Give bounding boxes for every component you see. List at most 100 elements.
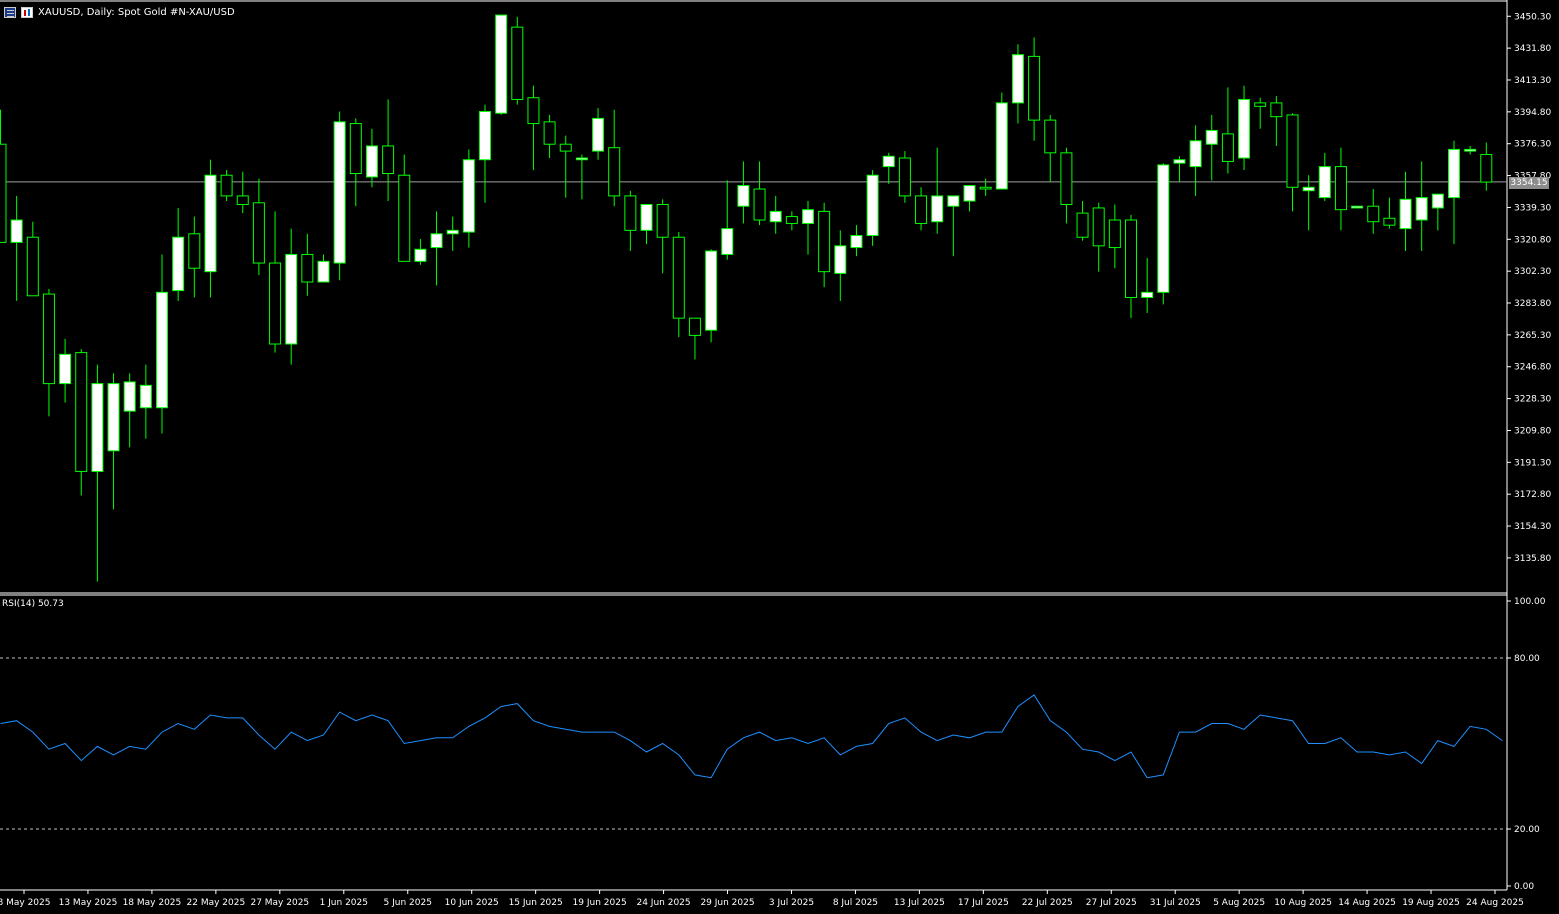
candle-body — [236, 195, 249, 205]
price-chart[interactable]: 3450.303431.803413.303394.803376.303357.… — [0, 0, 1559, 914]
y-tick-label: 3320.80 — [1514, 235, 1551, 245]
candle-body — [479, 111, 491, 161]
rsi-tick-label: 0.00 — [1514, 882, 1534, 892]
y-tick-label: 3394.80 — [1514, 108, 1551, 118]
candle-body — [107, 383, 120, 452]
x-tick-label: 27 May 2025 — [250, 898, 309, 908]
x-tick-label: 24 Aug 2025 — [1466, 898, 1524, 908]
candle-body — [785, 216, 798, 224]
candle-body — [1060, 152, 1073, 205]
candle-body — [592, 117, 605, 152]
candle-body — [1367, 205, 1380, 223]
x-tick-label: 19 Jun 2025 — [573, 898, 627, 908]
x-tick-label: 13 May 2025 — [59, 898, 118, 908]
x-tick-label: 3 Jul 2025 — [769, 898, 814, 908]
candle-body — [640, 204, 653, 231]
symbol-title: XAUUSD, Daily: Spot Gold #N-XAU/USD — [38, 6, 235, 18]
candle-body — [882, 155, 895, 168]
candle-body — [947, 195, 960, 207]
candle-body — [1351, 205, 1364, 209]
candle-body — [834, 245, 847, 274]
candle-body — [365, 145, 378, 178]
candle-body — [10, 219, 23, 243]
chart-type-icon[interactable] — [21, 6, 33, 18]
candle-body — [1302, 186, 1315, 192]
menu-icon[interactable] — [4, 6, 16, 18]
candle-body — [398, 174, 411, 262]
candle-body — [220, 174, 233, 197]
candle-body — [624, 195, 637, 231]
candle-body — [204, 174, 217, 273]
rsi-line — [0, 694, 1503, 779]
candle-body — [26, 236, 39, 297]
y-tick-label: 3376.30 — [1514, 140, 1551, 150]
candle-body — [1254, 102, 1267, 107]
current-price-tag: 3354.15 — [1509, 177, 1549, 189]
candle-body — [672, 236, 685, 319]
candle-body — [737, 185, 750, 207]
candle-body — [317, 260, 330, 283]
y-tick-label: 3302.30 — [1514, 267, 1551, 277]
x-tick-label: 19 Aug 2025 — [1402, 898, 1460, 908]
candle-body — [527, 97, 540, 125]
candle-body — [285, 253, 298, 345]
y-tick-label: 3209.80 — [1514, 426, 1551, 436]
y-tick-label: 3431.80 — [1514, 44, 1551, 54]
x-tick-label: 27 Jul 2025 — [1086, 898, 1137, 908]
candle-body — [898, 157, 911, 197]
x-tick-label: 10 Jun 2025 — [445, 898, 499, 908]
candle-body — [1141, 291, 1154, 299]
x-tick-label: 22 Jul 2025 — [1022, 898, 1073, 908]
candle-body — [1157, 164, 1170, 293]
candle-body — [608, 147, 621, 197]
y-tick-label: 3172.80 — [1514, 490, 1551, 500]
candle-body — [802, 209, 814, 224]
x-tick-label: 10 Aug 2025 — [1274, 898, 1332, 908]
candle-body — [446, 229, 459, 235]
candle-body — [511, 26, 524, 100]
candle-body — [430, 233, 443, 249]
x-tick-label: 5 Aug 2025 — [1213, 898, 1265, 908]
candle-body — [705, 250, 718, 331]
chart-header: XAUUSD, Daily: Spot Gold #N-XAU/USD — [4, 4, 235, 20]
candle-body — [188, 233, 201, 269]
candle-body — [349, 123, 362, 174]
candle-body — [1092, 207, 1105, 247]
y-tick-label: 3154.30 — [1514, 522, 1551, 532]
candle-body — [963, 185, 976, 202]
candle-body — [172, 236, 185, 292]
y-tick-label: 3413.30 — [1514, 76, 1551, 86]
candle-body — [1334, 166, 1347, 211]
candle-body — [915, 195, 928, 224]
candle-body — [414, 248, 427, 262]
x-tick-label: 15 Jun 2025 — [509, 898, 563, 908]
candle-body — [1076, 212, 1089, 238]
rsi-tick-label: 100.00 — [1514, 597, 1546, 607]
candle-body — [688, 317, 701, 336]
y-tick-label: 3339.30 — [1514, 203, 1551, 213]
candle-body — [1448, 148, 1460, 199]
candle-body — [931, 195, 944, 223]
x-tick-label: 18 May 2025 — [123, 898, 182, 908]
x-tick-label: 1 Jun 2025 — [320, 898, 368, 908]
x-tick-label: 13 Jul 2025 — [894, 898, 945, 908]
candle-body — [1238, 98, 1251, 159]
candle-body — [1011, 54, 1024, 104]
candle-body — [42, 293, 55, 385]
candle-body — [1286, 114, 1299, 188]
candle-body — [156, 291, 168, 409]
candle-body — [769, 210, 782, 223]
y-tick-label: 3191.30 — [1514, 458, 1551, 468]
candle-body — [1399, 198, 1412, 230]
candle-body — [59, 353, 72, 385]
rsi-tick-label: 80.00 — [1514, 654, 1540, 664]
candle-body — [1415, 197, 1428, 221]
candle-body — [979, 186, 992, 190]
candle-body — [1044, 119, 1057, 154]
y-tick-label: 3228.30 — [1514, 395, 1551, 405]
candle-body — [301, 253, 314, 283]
candle-body — [1480, 154, 1493, 183]
candle-body — [382, 145, 395, 174]
x-tick-label: 22 May 2025 — [187, 898, 246, 908]
candle-body — [1318, 166, 1331, 199]
